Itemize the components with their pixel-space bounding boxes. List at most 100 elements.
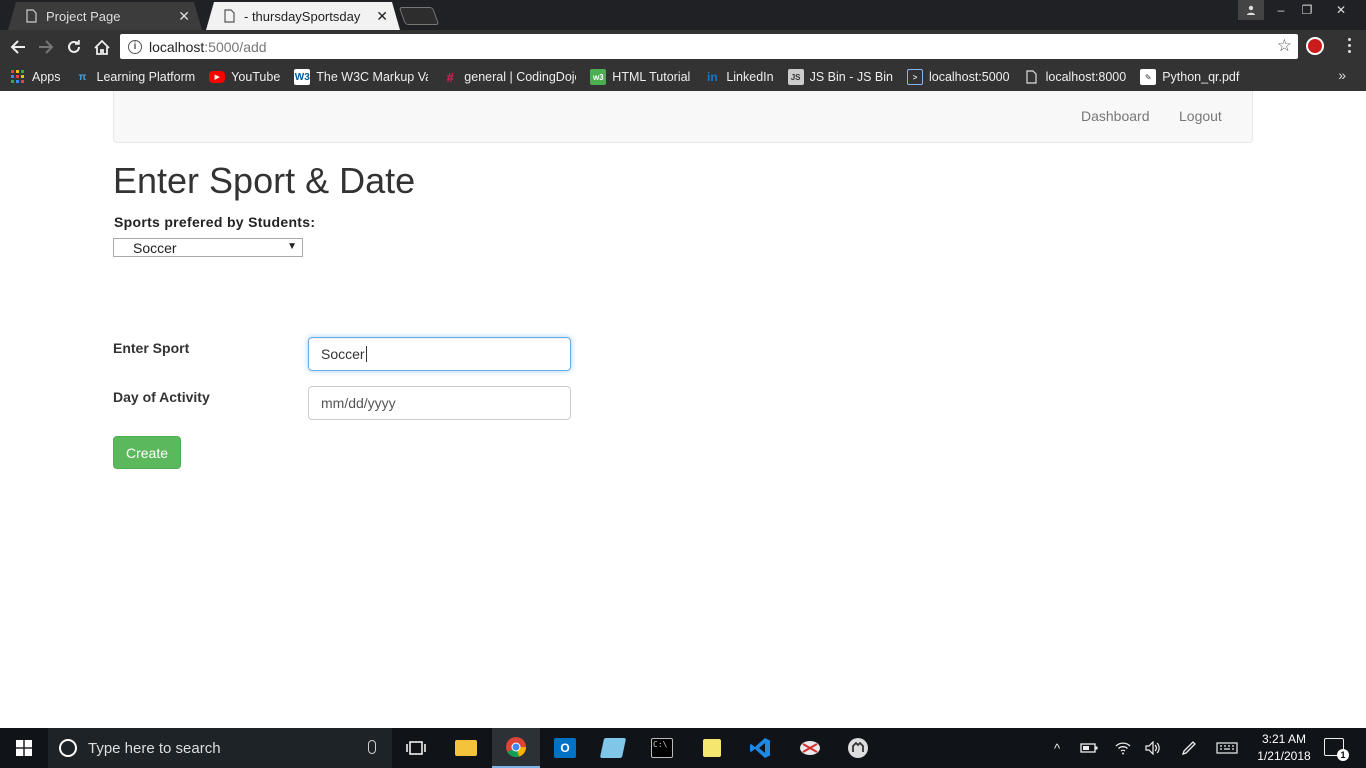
url-path: :5000/add <box>204 38 267 55</box>
command-prompt-icon[interactable]: C:\ <box>638 728 686 768</box>
page-icon <box>24 9 38 23</box>
sport-select-value: Soccer <box>133 239 177 256</box>
bookmark-label: HTML Tutorial <box>612 70 691 84</box>
slack-icon: # <box>446 69 454 85</box>
clock-date: 1/21/2018 <box>1257 749 1311 763</box>
browser-menu-icon[interactable] <box>1344 38 1354 53</box>
url-host: localhost <box>149 38 205 55</box>
text-caret <box>365 346 367 362</box>
bookmark-label: localhost:8000 <box>1045 70 1127 84</box>
sticky-notes-icon[interactable] <box>688 728 736 768</box>
show-hidden-icons-icon[interactable]: ^ <box>1046 728 1068 768</box>
w3schools-icon: w3 <box>590 69 607 85</box>
bookmark-label: LinkedIn <box>726 70 774 84</box>
youtube-icon: ▶ <box>209 71 226 83</box>
info-icon[interactable]: i <box>128 39 142 54</box>
close-icon[interactable]: ✕ <box>178 8 190 25</box>
notification-count: 1 <box>1337 749 1349 761</box>
url-text: localhost:5000/add <box>149 39 267 55</box>
notebook-app-icon[interactable] <box>589 728 637 768</box>
task-view-icon[interactable] <box>392 728 440 768</box>
restore-icon[interactable]: ❐ <box>1294 0 1320 20</box>
bookmark-star-icon[interactable]: ☆ <box>1277 36 1292 56</box>
window-close-icon[interactable]: ✕ <box>1326 0 1356 20</box>
bookmark-localhost-5000[interactable]: > localhost:5000 <box>906 69 1010 85</box>
browser-toolbar: i localhost:5000/add ☆ <box>0 30 1366 63</box>
search-placeholder: Type here to search <box>88 739 221 757</box>
enter-sport-input[interactable]: Soccer <box>308 337 571 371</box>
cnet-app-icon[interactable] <box>834 728 882 768</box>
page-icon <box>222 9 236 23</box>
sport-select-label: Sports prefered by Students: <box>114 214 316 230</box>
enter-sport-value: Soccer <box>321 346 365 362</box>
bookmark-label: JS Bin - JS Bin <box>809 70 893 84</box>
snipping-tool-icon[interactable] <box>786 728 834 768</box>
bookmark-label: localhost:5000 <box>928 70 1010 84</box>
nav-dashboard-link[interactable]: Dashboard <box>1081 108 1150 124</box>
bookmark-html-tutorial[interactable]: w3 HTML Tutorial <box>590 69 690 85</box>
system-clock[interactable]: 3:21 AM 1/21/2018 <box>1246 731 1322 765</box>
pen-ink-icon[interactable] <box>1176 728 1202 768</box>
volume-icon[interactable] <box>1140 728 1166 768</box>
day-of-activity-input[interactable]: mm/dd/yyyy <box>308 386 571 420</box>
dropdown-arrow-icon: ▼ <box>287 241 297 252</box>
cortana-icon <box>59 739 77 757</box>
bookmark-youtube[interactable]: ▶ YouTube <box>209 70 280 84</box>
battery-icon[interactable] <box>1076 728 1102 768</box>
wifi-icon[interactable] <box>1110 728 1136 768</box>
tab-title: Project Page <box>46 8 121 24</box>
action-center-icon[interactable]: 1 <box>1324 738 1349 761</box>
address-bar[interactable]: i localhost:5000/add ☆ <box>120 34 1298 59</box>
bookmark-localhost-8000[interactable]: localhost:8000 <box>1024 69 1127 85</box>
bookmark-apps[interactable]: Apps <box>10 69 61 85</box>
bookmark-jsbin[interactable]: JS JS Bin - JS Bin <box>787 69 893 85</box>
bookmark-python-pdf[interactable]: ✎ Python_qr.pdf <box>1140 69 1239 85</box>
bookmark-label: Apps <box>32 70 61 84</box>
page-navbar: Dashboard Logout <box>113 91 1253 143</box>
apps-grid-icon <box>10 69 26 85</box>
keyboard-icon[interactable] <box>1212 728 1242 768</box>
sport-select[interactable]: Soccer ▼ <box>113 238 303 257</box>
user-profile-icon[interactable] <box>1238 0 1264 20</box>
chrome-icon[interactable] <box>492 728 540 768</box>
nav-logout-link[interactable]: Logout <box>1179 108 1222 124</box>
bookmark-label: general | CodingDojo <box>464 70 577 84</box>
microphone-icon[interactable] <box>368 740 376 754</box>
tab-thursday-sportsday[interactable]: - thursdaySportsday ✕ <box>206 2 400 30</box>
bookmark-learning-platform[interactable]: π Learning Platform <box>75 69 196 85</box>
new-tab-button[interactable] <box>398 7 440 25</box>
close-icon[interactable]: ✕ <box>376 8 388 25</box>
w3c-icon: W3 <box>294 69 311 85</box>
tab-title: - thursdaySportsday <box>244 8 361 24</box>
bookmark-label: Python_qr.pdf <box>1162 70 1240 84</box>
create-button[interactable]: Create <box>113 436 181 469</box>
outlook-icon[interactable]: O <box>541 728 589 768</box>
bookmark-label: YouTube <box>231 70 281 84</box>
date-placeholder: mm/dd/yyyy <box>321 395 396 411</box>
minimize-icon[interactable]: – <box>1268 0 1294 20</box>
reload-icon[interactable] <box>63 36 85 58</box>
forward-icon[interactable] <box>35 36 57 58</box>
terminal-icon: > <box>906 69 923 85</box>
enter-sport-label: Enter Sport <box>113 340 190 356</box>
bookmark-w3c[interactable]: W3 The W3C Markup Vali <box>294 69 428 85</box>
windows-taskbar: Type here to search O C:\ ^ 3:21 AM 1/21… <box>0 728 1366 768</box>
linkedin-icon: in <box>706 70 718 84</box>
opera-extension-icon[interactable] <box>1306 37 1324 55</box>
visual-studio-code-icon[interactable] <box>736 728 784 768</box>
bookmark-label: The W3C Markup Vali <box>316 70 429 84</box>
file-explorer-icon[interactable] <box>442 728 490 768</box>
bookmarks-bar: Apps π Learning Platform ▶ YouTube W3 Th… <box>0 63 1366 91</box>
jsbin-icon: JS <box>787 69 804 85</box>
bookmarks-overflow-icon[interactable]: » <box>1338 67 1346 83</box>
taskbar-search-box[interactable]: Type here to search <box>48 728 392 768</box>
page-title: Enter Sport & Date <box>113 160 416 201</box>
home-icon[interactable] <box>91 36 113 58</box>
clock-time: 3:21 AM <box>1261 732 1307 746</box>
bookmark-linkedin[interactable]: in LinkedIn <box>704 69 774 85</box>
windows-start-icon[interactable] <box>0 728 48 768</box>
tab-project-page[interactable]: Project Page ✕ <box>8 2 202 30</box>
back-icon[interactable] <box>7 36 29 58</box>
bookmark-label: Learning Platform <box>96 70 196 84</box>
bookmark-codingdojo-slack[interactable]: # general | CodingDojo <box>442 69 577 85</box>
